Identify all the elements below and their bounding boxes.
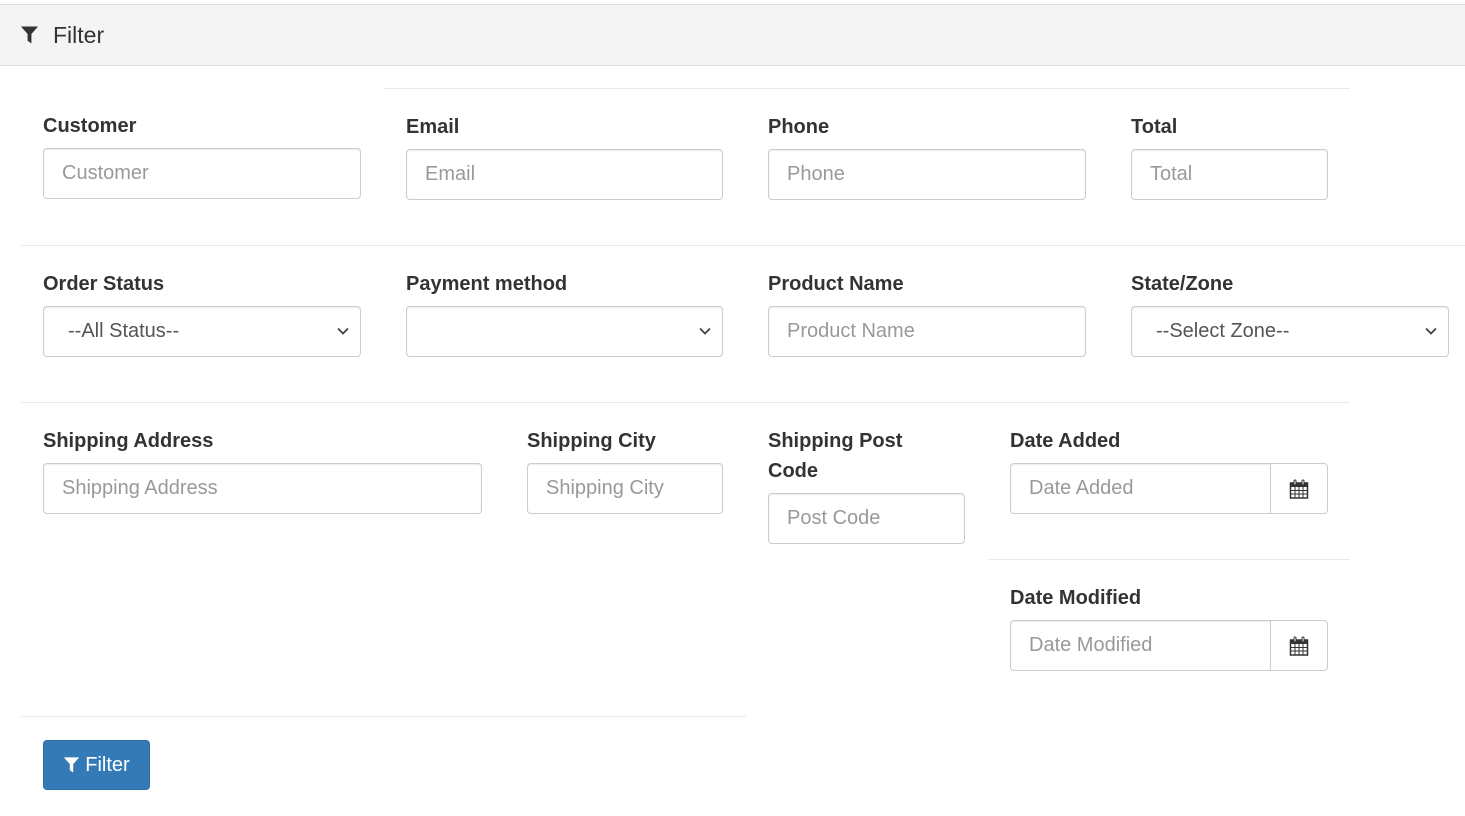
state-zone-selected: --Select Zone-- — [1156, 320, 1290, 342]
state-zone-select[interactable]: --Select Zone-- — [1131, 306, 1449, 357]
divider — [383, 88, 1350, 89]
shipping-post-code-input[interactable] — [768, 493, 965, 544]
payment-method-select[interactable] — [406, 306, 723, 357]
filter-button-label: Filter — [85, 753, 130, 776]
shipping-address-input[interactable] — [43, 463, 482, 514]
shipping-city-input[interactable] — [527, 463, 723, 514]
date-modified-input[interactable] — [1010, 620, 1271, 671]
shipping-address-label: Shipping Address — [43, 430, 214, 452]
total-input[interactable] — [1131, 149, 1328, 200]
order-status-label: Order Status — [43, 273, 165, 295]
phone-input[interactable] — [768, 149, 1086, 200]
product-name-input[interactable] — [768, 306, 1086, 357]
date-added-calendar-button[interactable] — [1270, 463, 1328, 514]
email-input[interactable] — [406, 149, 723, 200]
shipping-post-code-label-line1: Shipping Post — [768, 430, 903, 452]
payment-method-label: Payment method — [406, 273, 568, 295]
date-modified-group — [1010, 620, 1328, 671]
order-status-selected: --All Status-- — [68, 320, 180, 342]
email-label: Email — [406, 116, 460, 138]
shipping-post-code-label-line2: Code — [768, 460, 818, 482]
shipping-city-label: Shipping City — [527, 430, 656, 452]
chevron-down-icon — [699, 327, 711, 335]
order-status-select[interactable]: --All Status-- — [43, 306, 361, 357]
date-modified-label: Date Modified — [1010, 587, 1142, 609]
total-label: Total — [1131, 116, 1178, 138]
state-zone-label: State/Zone — [1131, 273, 1234, 295]
divider — [21, 402, 1350, 403]
customer-input[interactable] — [43, 148, 361, 199]
divider — [21, 245, 1465, 246]
date-modified-calendar-button[interactable] — [1270, 620, 1328, 671]
filter-button[interactable]: Filter — [43, 740, 150, 790]
filter-funnel-icon — [64, 757, 80, 773]
date-added-group — [1010, 463, 1328, 514]
chevron-down-icon — [337, 327, 349, 335]
filter-funnel-icon — [20, 26, 39, 44]
filter-panel-heading: Filter — [0, 4, 1465, 66]
divider — [988, 559, 1350, 560]
calendar-icon — [1289, 636, 1309, 656]
divider — [21, 716, 746, 717]
product-name-label: Product Name — [768, 273, 904, 295]
chevron-down-icon — [1425, 327, 1437, 335]
phone-label: Phone — [768, 116, 830, 138]
calendar-icon — [1289, 479, 1309, 499]
panel-title: Filter — [53, 21, 105, 48]
date-added-input[interactable] — [1010, 463, 1271, 514]
customer-label: Customer — [43, 115, 137, 137]
date-added-label: Date Added — [1010, 430, 1121, 452]
